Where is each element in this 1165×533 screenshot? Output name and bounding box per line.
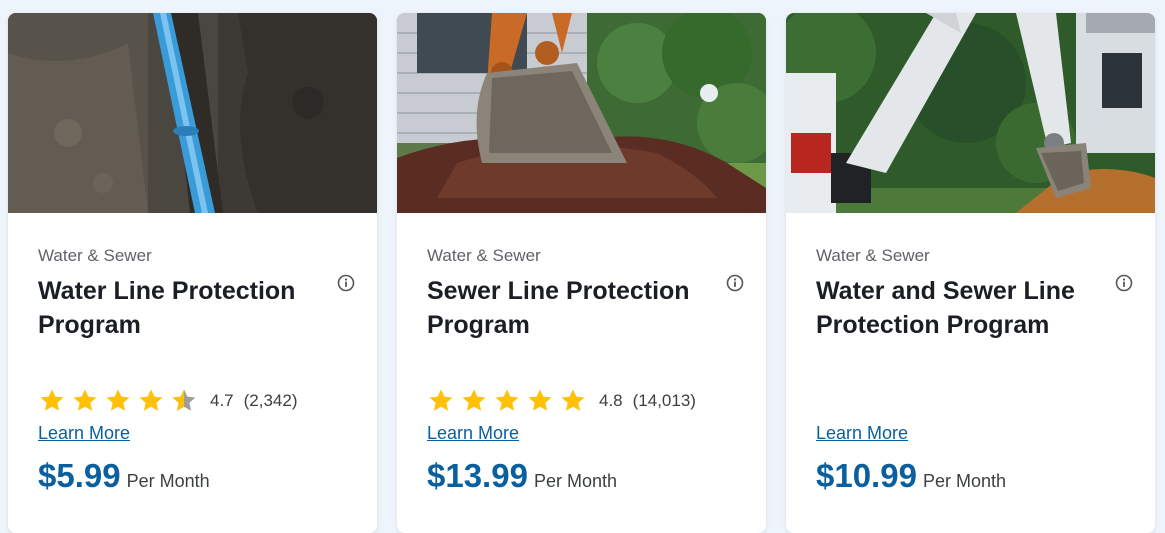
price-period: Per Month <box>533 471 617 491</box>
excavator-digging-yard-image <box>397 13 766 213</box>
info-icon[interactable] <box>1115 274 1133 292</box>
rating: 4.8 (14,013) <box>427 387 696 415</box>
rating-count: (2,342) <box>243 391 298 410</box>
excavator-near-house-image <box>786 13 1155 213</box>
star-icon <box>462 389 486 411</box>
product-card-water-sewer-line: Water & Sewer Water and Sewer Line Prote… <box>786 13 1155 533</box>
card-category: Water & Sewer <box>427 246 541 265</box>
star-half-icon <box>172 389 196 411</box>
learn-more-link[interactable]: Learn More <box>427 423 519 444</box>
price: $5.99 <box>38 457 121 494</box>
water-pipe-trench-image <box>8 13 377 213</box>
rating-count: (14,013) <box>632 391 696 410</box>
star-icon <box>561 389 585 411</box>
star-icon <box>429 389 453 411</box>
rating-value: 4.7 <box>210 391 234 410</box>
star-icon <box>106 389 130 411</box>
price-row: $13.99 Per Month <box>427 457 617 495</box>
star-rating <box>427 387 587 415</box>
price-row: $10.99 Per Month <box>816 457 1006 495</box>
price-row: $5.99 Per Month <box>38 457 210 495</box>
learn-more-link[interactable]: Learn More <box>38 423 130 444</box>
star-rating <box>38 387 198 415</box>
card-title: Sewer Line Protection Program <box>427 277 690 339</box>
rating-value: 4.8 <box>599 391 623 410</box>
card-category: Water & Sewer <box>816 246 930 265</box>
learn-more-link[interactable]: Learn More <box>816 423 908 444</box>
rating: 4.7 (2,342) <box>38 387 298 415</box>
card-category: Water & Sewer <box>38 246 152 265</box>
star-icon <box>40 389 64 411</box>
price: $13.99 <box>427 457 528 494</box>
star-icon <box>139 389 163 411</box>
star-icon <box>495 389 519 411</box>
card-title: Water and Sewer Line Protection Program <box>816 277 1075 339</box>
price-period: Per Month <box>922 471 1006 491</box>
product-card-water-line: Water & Sewer Water Line Protection Prog… <box>8 13 377 533</box>
star-icon <box>73 389 97 411</box>
card-title: Water Line Protection Program <box>38 277 296 339</box>
price-period: Per Month <box>126 471 210 491</box>
price: $10.99 <box>816 457 917 494</box>
star-icon <box>528 389 552 411</box>
info-icon[interactable] <box>726 274 744 292</box>
product-card-sewer-line: Water & Sewer Sewer Line Protection Prog… <box>397 13 766 533</box>
info-icon[interactable] <box>337 274 355 292</box>
